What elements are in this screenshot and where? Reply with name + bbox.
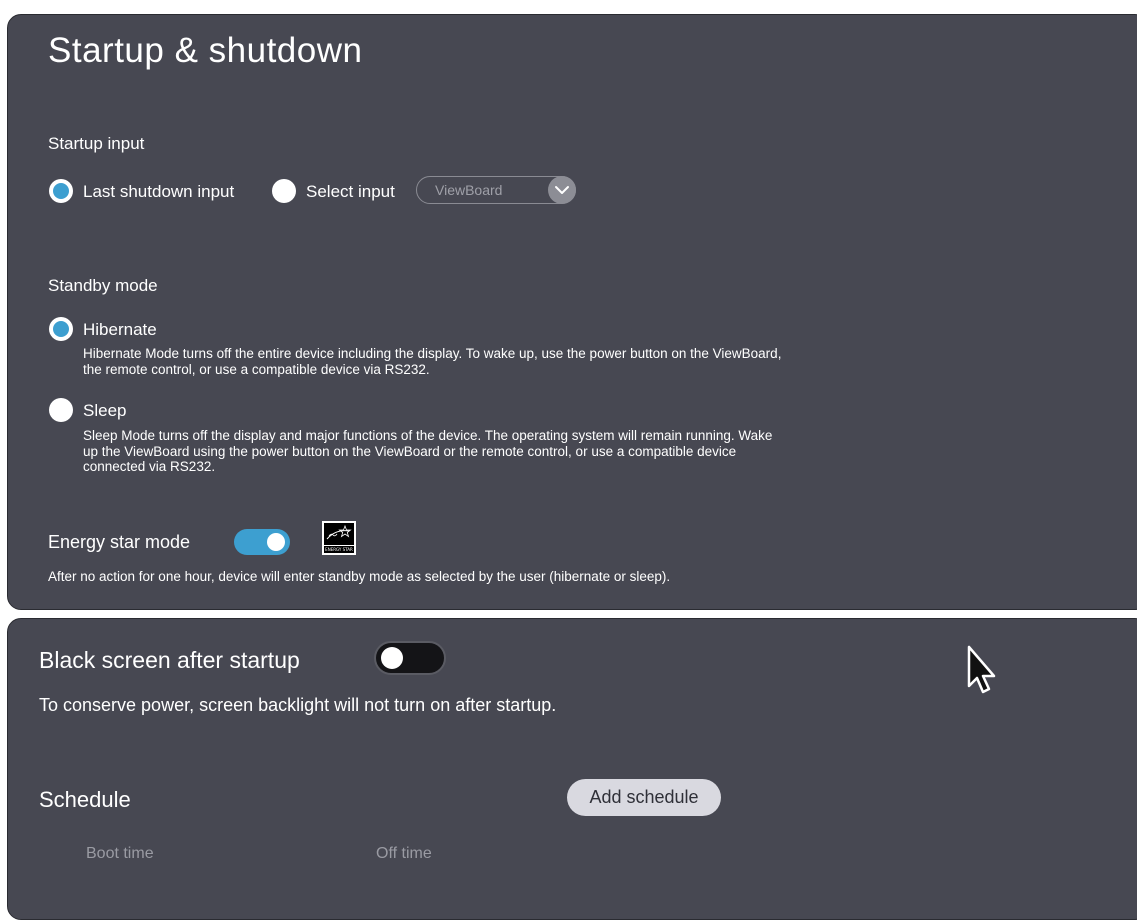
hibernate-description: Hibernate Mode turns off the entire devi… — [83, 346, 782, 377]
startup-input-label: Startup input — [48, 134, 145, 153]
hibernate-label[interactable]: Hibernate — [83, 320, 157, 340]
input-source-select[interactable]: ViewBoard — [416, 176, 576, 204]
column-header-off-time: Off time — [376, 845, 432, 862]
black-screen-toggle[interactable] — [374, 641, 446, 675]
energy-star-logo-icon: ENERGY STAR — [322, 521, 356, 555]
energy-star-label: Energy star mode — [48, 532, 191, 552]
radio-last-shutdown-input[interactable] — [49, 179, 73, 203]
column-header-boot-time: Boot time — [86, 845, 154, 862]
last-shutdown-input-label[interactable]: Last shutdown input — [83, 182, 234, 202]
radio-sleep[interactable] — [49, 398, 73, 422]
toggle-knob — [381, 647, 403, 669]
toggle-knob — [267, 533, 285, 551]
startup-shutdown-panel: Startup & shutdown Startup input Last sh… — [7, 14, 1137, 610]
sleep-description: Sleep Mode turns off the display and maj… — [83, 428, 773, 474]
add-schedule-button[interactable]: Add schedule — [567, 779, 721, 816]
sleep-label[interactable]: Sleep — [83, 401, 126, 421]
black-screen-label: Black screen after startup — [39, 647, 300, 673]
input-source-value: ViewBoard — [435, 182, 503, 198]
radio-hibernate[interactable] — [49, 317, 73, 341]
energy-star-logo-text: ENERGY STAR — [324, 546, 354, 553]
schedule-label: Schedule — [39, 787, 131, 812]
radio-select-input[interactable] — [272, 179, 296, 203]
page-title: Startup & shutdown — [48, 31, 363, 70]
black-screen-description: To conserve power, screen backlight will… — [39, 695, 557, 715]
chevron-down-icon[interactable] — [548, 176, 576, 204]
energy-star-description: After no action for one hour, device wil… — [48, 569, 671, 584]
mouse-pointer-icon — [960, 644, 1000, 703]
energy-star-toggle[interactable] — [234, 529, 290, 555]
standby-mode-label: Standby mode — [48, 276, 158, 295]
select-input-label[interactable]: Select input — [306, 182, 395, 202]
